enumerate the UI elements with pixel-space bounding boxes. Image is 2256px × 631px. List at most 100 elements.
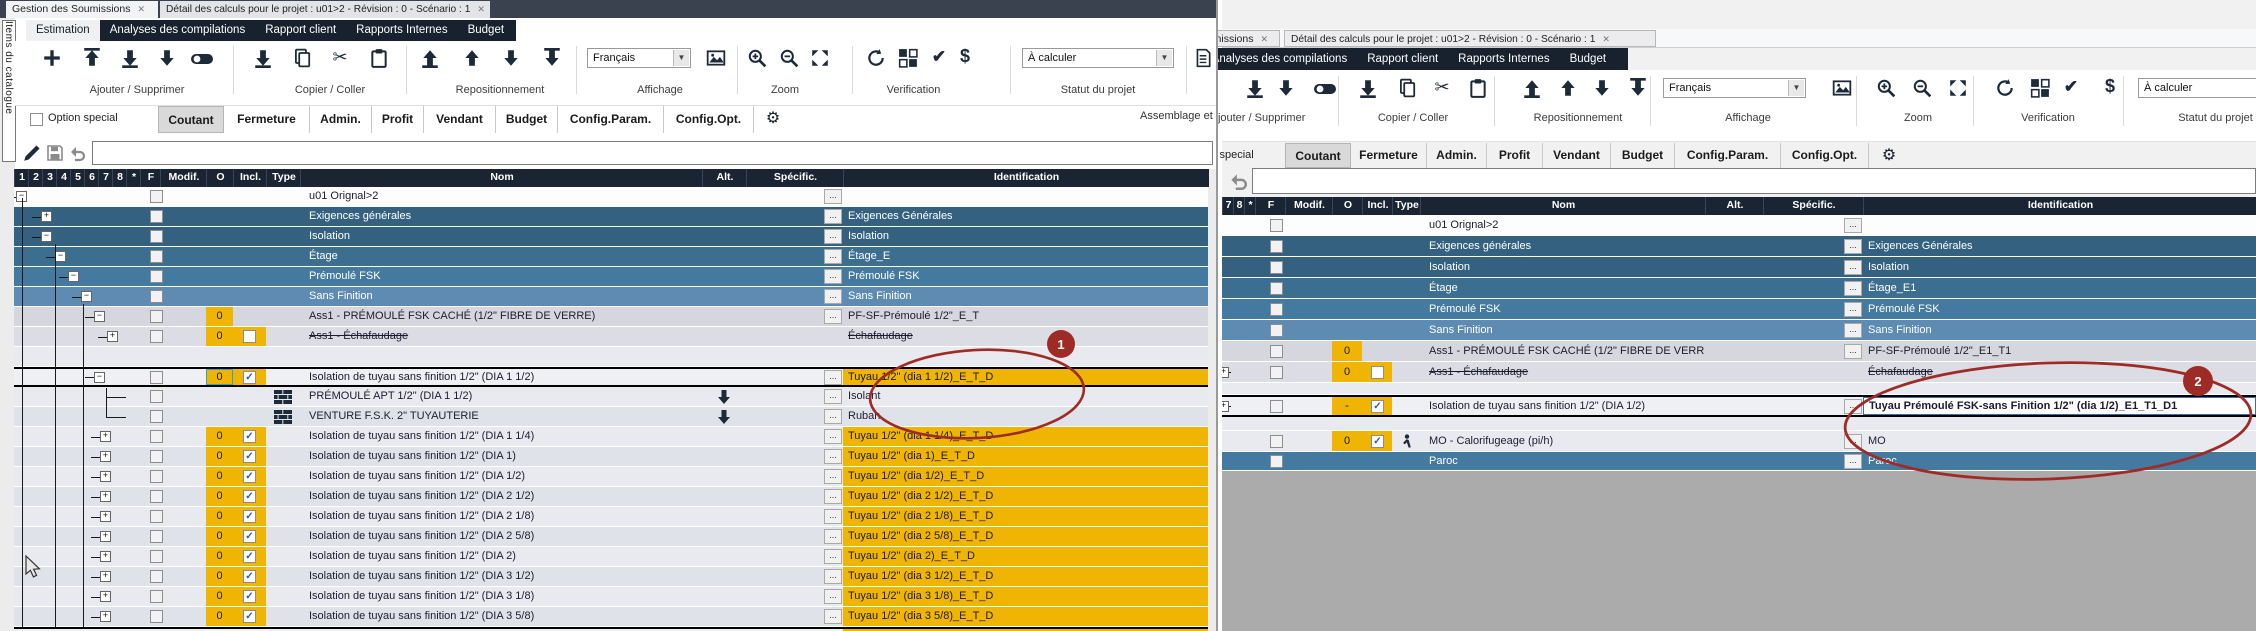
expander-toggle[interactable]: + xyxy=(1222,401,1229,412)
modif-checkbox[interactable] xyxy=(150,250,163,263)
modif-checkbox[interactable] xyxy=(1270,345,1283,358)
incl-checkbox[interactable]: ✓ xyxy=(243,470,256,483)
move-bottom-icon[interactable] xyxy=(542,48,562,68)
column-header[interactable]: * xyxy=(126,169,141,187)
expander-toggle[interactable]: + xyxy=(100,591,111,602)
expander-toggle[interactable]: + xyxy=(100,611,111,622)
cut-icon[interactable]: ✂ xyxy=(330,47,350,68)
zoom-in-icon[interactable] xyxy=(1876,78,1896,98)
table-row[interactable]: PRÉMOULÉ APT 1/2" (DIA 1 1/2)...Isolant xyxy=(14,387,1208,407)
ribbon-tab-config-param[interactable]: Config.Param. xyxy=(1675,143,1781,168)
column-header[interactable]: Identification xyxy=(843,169,1209,187)
column-header[interactable]: Type xyxy=(1392,197,1421,215)
app-tab-detail[interactable]: Détail des calculs pour le projet : u01>… xyxy=(160,1,490,18)
table-row[interactable]: +0Ass1 - ÉchafaudageÉchafaudage xyxy=(14,327,1208,347)
column-header[interactable]: 8 xyxy=(112,169,127,187)
ellipsis-button[interactable]: ... xyxy=(824,189,842,204)
column-header[interactable]: O xyxy=(206,169,234,187)
ribbon-tab-coutant[interactable]: Coutant xyxy=(1285,143,1351,168)
incl-checkbox[interactable]: ✓ xyxy=(243,430,256,443)
table-row[interactable] xyxy=(14,347,1208,367)
ellipsis-button[interactable]: ... xyxy=(824,469,842,484)
identification-cell[interactable]: Tuyau 1/2" (dia 2 5/8)_E_T_D xyxy=(843,527,1208,546)
table-row[interactable]: +0✓Isolation de tuyau sans finition 1/2"… xyxy=(14,547,1208,567)
incl-checkbox[interactable]: ✓ xyxy=(243,570,256,583)
ribbon-tab-coutant[interactable]: Coutant xyxy=(158,106,224,133)
menu-tab-budget[interactable]: Budget xyxy=(1560,48,1616,70)
ellipsis-button[interactable]: ... xyxy=(1844,239,1862,254)
column-header[interactable]: Identification xyxy=(1863,197,2256,215)
ellipsis-button[interactable]: ... xyxy=(824,569,842,584)
expander-toggle[interactable]: + xyxy=(100,431,111,442)
table-row[interactable]: +0✓Isolation de tuyau sans finition 1/2"… xyxy=(14,567,1208,587)
ellipsis-button[interactable]: ... xyxy=(1844,454,1862,469)
cut-icon[interactable]: ✂ xyxy=(1432,77,1452,98)
expander-toggle[interactable]: − xyxy=(81,291,92,302)
table-row[interactable]: VENTURE F.S.K. 2" TUYAUTERIE...Ruban xyxy=(14,407,1208,427)
modif-checkbox[interactable] xyxy=(150,270,163,283)
incl-checkbox[interactable]: ✓ xyxy=(243,590,256,603)
identification-cell[interactable]: Étage_E1 xyxy=(1863,278,2256,298)
insert-above-icon[interactable] xyxy=(82,48,102,68)
modif-checkbox[interactable] xyxy=(150,590,163,603)
expander-toggle[interactable]: + xyxy=(100,491,111,502)
incl-checkbox[interactable]: ✓ xyxy=(243,490,256,503)
move-top-icon[interactable] xyxy=(1522,78,1542,98)
ellipsis-button[interactable]: ... xyxy=(824,309,842,324)
expander-toggle[interactable]: + xyxy=(100,451,111,462)
identification-cell[interactable]: Tuyau 1/2" (dia 2)_E_T_D xyxy=(843,547,1208,566)
identification-cell[interactable]: Tuyau 1/2" (dia 3 5/8)_E_T_D xyxy=(843,607,1208,626)
ellipsis-button[interactable]: ... xyxy=(824,269,842,284)
modif-checkbox[interactable] xyxy=(1270,455,1283,468)
identification-cell[interactable]: Tuyau 1/2" (dia 3 1/8)_E_T_D xyxy=(843,587,1208,606)
image-view-icon[interactable] xyxy=(706,48,726,68)
move-top-icon[interactable] xyxy=(420,48,440,68)
ellipsis-button[interactable]: ... xyxy=(824,389,842,404)
dollar-icon[interactable]: $ xyxy=(957,46,973,67)
table-row[interactable]: +0✓Isolation de tuyau sans finition 1/2"… xyxy=(14,527,1208,547)
zoom-in-icon[interactable] xyxy=(747,48,767,68)
table-row[interactable]: −0✓Isolation de tuyau sans finition 1/2"… xyxy=(14,367,1208,387)
close-icon[interactable]: ✕ xyxy=(477,4,485,14)
delete-row-icon[interactable] xyxy=(1276,78,1296,98)
incl-checkbox[interactable]: ✓ xyxy=(243,371,256,384)
identification-cell[interactable]: Sans Finition xyxy=(1863,320,2256,340)
modif-checkbox[interactable] xyxy=(1270,240,1283,253)
identification-cell[interactable]: Tuyau 1/2" (dia 1 1/4)_E_T_D xyxy=(843,427,1208,446)
o-value-cell[interactable]: - xyxy=(1332,397,1362,415)
ellipsis-button[interactable]: ... xyxy=(824,289,842,304)
table-row[interactable]: Prémoulé FSK...Prémoulé FSK xyxy=(1222,299,2256,320)
modif-checkbox[interactable] xyxy=(1270,261,1283,274)
ellipsis-button[interactable]: ... xyxy=(1844,302,1862,317)
expander-toggle[interactable]: − xyxy=(94,311,105,322)
identification-cell[interactable]: Paroc xyxy=(1863,452,2256,470)
close-icon[interactable]: ✕ xyxy=(1260,34,1268,44)
identification-cell[interactable]: Prémoulé FSK xyxy=(1863,299,2256,319)
table-row[interactable]: Paroc...Paroc xyxy=(1222,452,2256,471)
ellipsis-button[interactable]: ... xyxy=(1844,281,1862,296)
incl-checkbox[interactable] xyxy=(243,330,256,343)
table-row[interactable]: u01 Orignal>2... xyxy=(1222,215,2256,236)
column-header[interactable]: Modif. xyxy=(1285,197,1333,215)
table-row[interactable]: 0Ass1 - PRÉMOULÉ FSK CACHÉ (1/2" FIBRE D… xyxy=(1222,341,2256,362)
expander-toggle[interactable]: + xyxy=(41,211,52,222)
column-header[interactable]: 5 xyxy=(70,169,85,187)
column-header[interactable]: Modif. xyxy=(160,169,207,187)
column-header[interactable]: Nom xyxy=(1420,197,1706,215)
table-row[interactable]: +0✓Isolation de tuyau sans finition 1/2"… xyxy=(14,587,1208,607)
column-header[interactable]: Incl. xyxy=(1362,197,1393,215)
modif-checkbox[interactable] xyxy=(150,430,163,443)
edit-pencil-icon[interactable] xyxy=(22,143,42,163)
o-value-cell[interactable]: 0 xyxy=(206,607,233,626)
column-header[interactable]: 3 xyxy=(42,169,57,187)
ribbon-tab-profit[interactable]: Profit xyxy=(1487,143,1543,168)
column-header[interactable]: F xyxy=(140,169,161,187)
modif-checkbox[interactable] xyxy=(1270,303,1283,316)
identification-cell[interactable]: Sans Finition xyxy=(843,287,1208,306)
expander-toggle[interactable]: + xyxy=(1222,367,1229,378)
ellipsis-button[interactable]: ... xyxy=(1844,323,1862,338)
modif-checkbox[interactable] xyxy=(150,230,163,243)
table-row[interactable]: +0✓Isolation de tuyau sans finition 1/2"… xyxy=(14,487,1208,507)
ellipsis-button[interactable]: ... xyxy=(1844,260,1862,275)
o-value-cell[interactable]: 0 xyxy=(1332,431,1362,451)
